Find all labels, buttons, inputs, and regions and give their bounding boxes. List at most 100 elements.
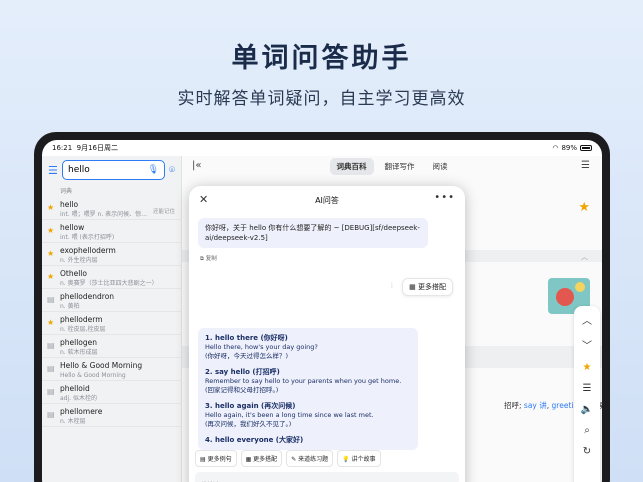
- status-date: 9月16日周二: [76, 144, 119, 152]
- word-definition: n. 黄柏: [60, 303, 80, 310]
- word-headword: phelloderm: [60, 315, 103, 324]
- practice-question-button[interactable]: ✎ 来道练习题: [286, 450, 334, 467]
- hero-title: 单词问答助手: [231, 43, 412, 74]
- microphone-icon[interactable]: 🎙: [148, 165, 159, 175]
- star-icon[interactable]: ★: [47, 272, 54, 281]
- word-item-hello-good-morning[interactable]: ▤ Hello & Good Morning Hello & Good Morn…: [42, 358, 181, 381]
- word-headword: phellogen: [60, 338, 98, 347]
- word-definition: n. 奥赛罗（莎士比亚四大悲剧之一）: [60, 280, 158, 287]
- search-icon[interactable]: ⌕: [584, 425, 590, 436]
- side-toolbar: ︿ ﹀ ★ ☰ 🔈 ⌕ ↻: [574, 306, 600, 482]
- chevron-up-icon[interactable]: ︿: [581, 252, 588, 262]
- answer-example-zh: (回家记得和父母打招呼。): [205, 386, 279, 394]
- tab-reading[interactable]: 阅读: [426, 158, 455, 175]
- search-row: ☰ 🎙 ⌾: [42, 156, 181, 184]
- search-input[interactable]: [68, 165, 148, 175]
- more-examples-button[interactable]: ▤ 更多例句: [195, 450, 237, 467]
- more-collocations-button[interactable]: ▦ 更多搭配: [240, 450, 283, 467]
- word-definition: int. 喂 (表示打招呼): [60, 234, 115, 241]
- word-headword: Othello: [60, 269, 87, 278]
- speaker-icon[interactable]: 🔈: [581, 404, 593, 415]
- search-box[interactable]: 🎙: [62, 160, 165, 180]
- message-input-bar[interactable]: [195, 472, 459, 482]
- tab-translate-write[interactable]: 翻译写作: [378, 158, 422, 175]
- answer-example-en: Hello again, it's been a long time since…: [205, 411, 374, 419]
- user-message-chip: ▦ 更多搭配: [402, 278, 453, 296]
- word-definition: n. 外生栓内层: [60, 257, 98, 264]
- memory-tag: 还能记住: [152, 209, 175, 215]
- answer-example-zh: (你好呀，今天过得怎么样？): [205, 352, 289, 360]
- collapse-sidebar-icon[interactable]: |«: [192, 160, 202, 171]
- word-headword: phelloid: [60, 384, 90, 393]
- answer-title: 4. hello everyone (大家好): [205, 436, 304, 444]
- word-item-hellow[interactable]: ★ hellow int. 喂 (表示打招呼): [42, 220, 181, 243]
- ai-answer-bubble: 1. hello there (你好呀) Hello there, how's …: [198, 328, 418, 450]
- word-item-othello[interactable]: ★ Othello n. 奥赛罗（莎士比亚四大悲剧之一）: [42, 266, 181, 289]
- answer-item: 3. hello again (再次问候) Hello again, it's …: [205, 401, 411, 429]
- word-item-phelloderm[interactable]: ★ phelloderm n. 栓皮层,栓皮层: [42, 312, 181, 335]
- list-icon[interactable]: ☰: [581, 160, 590, 171]
- battery-icon: [580, 145, 592, 151]
- battery-percent: 89%: [561, 144, 577, 152]
- status-bar: 16:21 9月16日周二 ◠ 89%: [42, 140, 602, 156]
- answer-title: 3. hello again (再次问候): [205, 402, 296, 410]
- document-icon: ▤: [47, 341, 55, 350]
- document-icon: ▤: [47, 364, 55, 373]
- word-definition: adj. 似木栓的: [60, 395, 97, 402]
- word-definition: n. 软木形成层: [60, 349, 98, 356]
- word-item-phellogen[interactable]: ▤ phellogen n. 软木形成层: [42, 335, 181, 358]
- tablet-screen: 16:21 9月16日周二 ◠ 89% ☰ 🎙 ⌾ 词典 ★ hello int…: [42, 140, 602, 482]
- camera-icon[interactable]: ⌾: [169, 165, 175, 176]
- dialog-header: ✕ AI问答 •••: [189, 186, 465, 214]
- more-icon[interactable]: •••: [434, 192, 455, 203]
- word-headword: phellodendron: [60, 292, 115, 301]
- hero-subtitle: 实时解答单词疑问，自主学习更高效: [177, 89, 466, 109]
- action-label: 讲个故事: [351, 456, 376, 463]
- document-icon: ▤: [47, 295, 55, 304]
- star-icon[interactable]: ★: [583, 362, 592, 373]
- status-time: 16:21: [52, 144, 73, 152]
- star-icon[interactable]: ★: [47, 249, 54, 258]
- copy-label: 复制: [205, 256, 217, 262]
- document-icon: ▤: [47, 387, 55, 396]
- action-label: 来道练习题: [298, 456, 329, 463]
- word-item-hello[interactable]: ★ hello int. 喂；喂罗 n. 表示问候、惊… 还能记住: [42, 197, 181, 220]
- word-item-phellomere[interactable]: ▤ phellomere n. 木栓层: [42, 404, 181, 427]
- section-label: 词典: [60, 188, 73, 195]
- word-list: ★ hello int. 喂；喂罗 n. 表示问候、惊… 还能记住 ★ hell…: [42, 197, 181, 427]
- menu-icon[interactable]: ☰: [48, 164, 58, 177]
- chevron-up-icon[interactable]: ︿: [582, 312, 592, 327]
- star-icon[interactable]: ★: [47, 318, 54, 327]
- close-icon[interactable]: ✕: [199, 193, 208, 206]
- quick-actions: ▤ 更多例句 ▦ 更多搭配 ✎ 来道练习题 💡 讲个故事: [195, 450, 381, 467]
- dialog-title: AI问答: [315, 195, 339, 205]
- answer-example-en: Remember to say hello to your parents wh…: [205, 377, 402, 385]
- action-label: 更多例句: [207, 456, 232, 463]
- related-link-say[interactable]: say 讲: [524, 401, 547, 410]
- copy-button[interactable]: ⧉ 复制: [200, 254, 217, 263]
- more-options-icon[interactable]: ⋮: [389, 282, 395, 289]
- star-icon[interactable]: ★: [47, 226, 54, 235]
- word-item-phelloid[interactable]: ▤ phelloid adj. 似木栓的: [42, 381, 181, 404]
- user-message-text: 更多搭配: [418, 283, 446, 291]
- word-item-exophelloderm[interactable]: ★ exophelloderm n. 外生栓内层: [42, 243, 181, 266]
- answer-title: 1. hello there (你好呀): [205, 334, 288, 342]
- answer-title: 2. say hello (打招呼): [205, 368, 280, 376]
- refresh-icon[interactable]: ↻: [583, 446, 591, 457]
- favorite-star-icon[interactable]: ★: [578, 200, 590, 215]
- snippet-text: 招呼;: [504, 401, 522, 410]
- star-icon[interactable]: ★: [47, 203, 54, 212]
- message-input[interactable]: [195, 476, 459, 482]
- list-icon[interactable]: ☰: [583, 383, 592, 394]
- ai-greeting-bubble: 你好呀，关于 hello 你有什么想要了解的 ~ [DEBUG][sf/deep…: [198, 218, 428, 248]
- chevron-down-icon[interactable]: ﹀: [582, 337, 592, 352]
- tell-story-button[interactable]: 💡 讲个故事: [337, 450, 381, 467]
- word-item-phellodendron[interactable]: ▤ phellodendron n. 黄柏: [42, 289, 181, 312]
- word-headword: Hello & Good Morning: [60, 361, 143, 370]
- document-icon: ▤: [47, 410, 55, 419]
- tab-dictionary[interactable]: 词典百科: [329, 157, 374, 175]
- word-headword: phellomere: [60, 407, 103, 416]
- tablet-frame: 16:21 9月16日周二 ◠ 89% ☰ 🎙 ⌾ 词典 ★ hello int…: [34, 132, 610, 482]
- word-definition: n. 木栓层: [60, 418, 86, 425]
- ai-qa-dialog: ✕ AI问答 ••• 你好呀，关于 hello 你有什么想要了解的 ~ [DEB…: [189, 186, 465, 482]
